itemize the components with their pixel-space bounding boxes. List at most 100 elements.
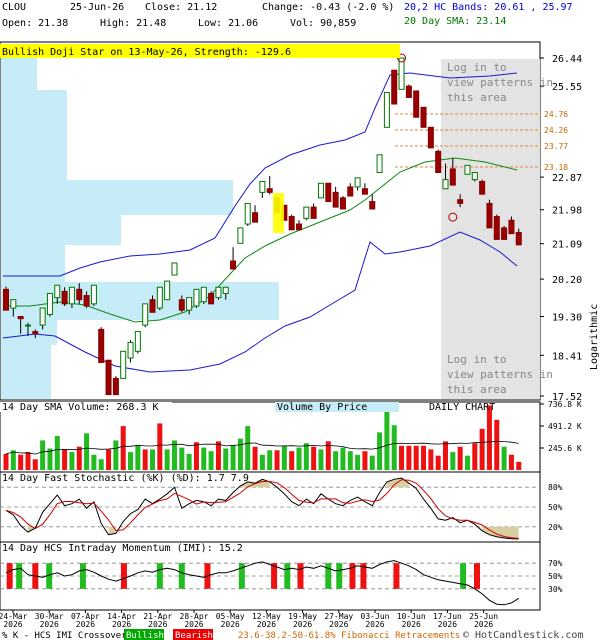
candle-body [515,231,522,246]
volume-bar [230,444,236,470]
imi-crossover-bar [393,563,400,589]
price-tick-label: 18.41 [552,351,582,362]
crossover-label: % K - HCS IMI Crossover: [2,631,132,640]
volume-by-price-band [1,180,233,215]
patterns-note-bottom-2: view patterns in [447,368,553,381]
imi-crossover-bar [473,563,480,589]
patterns-note-top-3: this area [447,91,507,104]
price-chart: 24.76 24.26 23.77 23.18 Bullish Doji Star o… [0,41,600,640]
volume-bar [84,433,90,470]
candle-body [435,150,442,173]
volume-bar [274,450,280,470]
price-tick-label: 19.30 [552,313,582,324]
candle-body [200,286,207,303]
date-tick-year: 2026 [76,620,95,629]
price-tick-label: 22.87 [552,173,582,184]
volume-bar [296,447,302,470]
date-tick-year: 2026 [184,620,203,629]
volume-bar [421,445,427,470]
candle-body [296,223,302,231]
fibonacci-level-label: 24.26 [544,126,568,135]
volume-bar [443,441,448,470]
date-tick-year: 2026 [112,620,131,629]
volume-bar [494,419,500,470]
date-tick-year: 2026 [257,620,276,629]
date-tick-year: 2026 [365,620,384,629]
volume-bar [464,455,470,470]
candle-body [376,154,383,173]
volume-bar [223,448,229,470]
volume-by-price-label: Volume By Price [277,402,367,413]
volume-bar [362,451,368,470]
date-tick-year: 2026 [402,620,421,629]
volume-bar [157,423,163,470]
candle-body [193,288,200,307]
imi-crossover-bar [6,563,13,589]
imi-crossover-bar [79,563,86,589]
volume-bar [245,426,251,470]
volume-tick-label: 736.8 K [548,400,582,409]
volume-bar [98,459,104,470]
stochastic-title: 14 Day Fast Stochastic (%K) (%D): 1.7 7.… [2,473,249,484]
volume-by-price-band [1,215,121,245]
candle-body [471,171,478,181]
volume-by-price-band [1,90,67,145]
volume-bar [18,454,24,470]
candle-body [76,288,83,301]
candle-body [486,202,493,229]
volume-bar [208,451,214,470]
volume-bar [69,452,75,470]
date-axis: 24-Mar202630-Mar202607-Apr202614-Apr2026… [0,610,498,629]
volume-bar [3,453,9,470]
candle-body [383,92,390,128]
candle-body [369,201,376,210]
candle-body [120,350,127,379]
candle-body [149,299,156,313]
imi-crossover-bar [16,563,23,589]
candle-body [457,199,464,204]
date-tick-year: 2026 [293,620,312,629]
volume-bar [391,425,397,470]
candle-body [98,328,105,363]
daily-chart-label: DAILY CHART [429,402,495,413]
candle-body [325,182,332,203]
candle-body [17,316,24,320]
volume-bar [399,445,405,470]
candle-body [156,286,163,309]
candle-body [222,286,229,294]
bullish-legend: Bullish [126,631,164,640]
imi-crossover-bar [156,563,163,589]
imi-crossover-bar [178,563,185,589]
candle-body [244,202,251,225]
candle-body [303,206,310,219]
volume-bar [142,449,148,470]
candle-body [427,126,434,149]
imi-crossover-bar [120,563,127,589]
candle-body [105,359,112,396]
stochastic-tick-label: 80% [548,483,563,492]
volume-bar [413,445,419,470]
candle-body [164,280,171,301]
candle-body [479,180,486,195]
candle-body [186,297,193,311]
volume-bar [435,455,441,470]
volume-bar [457,446,463,470]
imi-tick-label: 50% [548,572,563,581]
imi-title: 14 Day HCS Intraday Momentum (IMI): 15.2 [2,543,243,554]
volume-by-price-band [1,145,67,180]
volume-bar [384,410,390,470]
bearish-legend: Bearish [175,631,213,640]
patterns-note-top-1: Log in to [447,61,507,74]
candle-body [61,290,68,305]
imi-crossover-bar [336,563,343,589]
volume-bar [179,447,185,470]
price-axis: 26.44 25.55 22.87 21.98 21.09 20.20 19.30 18.41… [540,54,582,403]
volume-by-price-band [1,345,51,365]
volume-bar [259,454,265,470]
volume-by-price-band [1,365,51,399]
date-tick-year: 2026 [148,620,167,629]
volume-bar [267,450,273,470]
volume-bar [516,461,522,470]
fibonacci-level-label: 23.18 [544,163,568,172]
imi-axis: 70% 50% 30% [548,559,563,594]
